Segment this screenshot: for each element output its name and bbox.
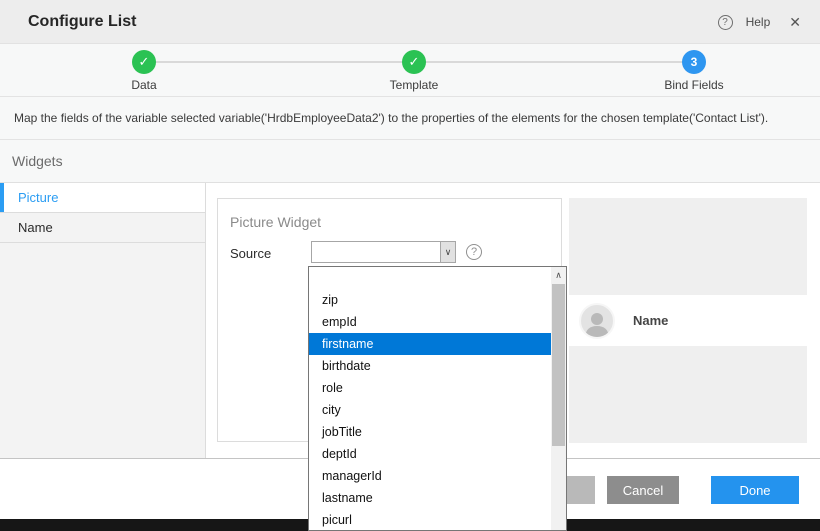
step-complete-icon: ✓ <box>402 50 426 74</box>
dropdown-option-birthdate[interactable]: birthdate <box>309 355 551 377</box>
active-indicator-bar <box>0 183 4 212</box>
step-number-icon: 3 <box>682 50 706 74</box>
dropdown-options: zip empId firstname birthdate role city … <box>309 267 551 530</box>
step-label: Data <box>84 78 204 92</box>
dropdown-option-empid[interactable]: empId <box>309 311 551 333</box>
help-button[interactable]: Help <box>746 15 771 29</box>
done-button[interactable]: Done <box>711 476 799 504</box>
sidebar-item-picture[interactable]: Picture <box>0 183 205 213</box>
step-complete-icon: ✓ <box>132 50 156 74</box>
dropdown-option-lastname[interactable]: lastname <box>309 487 551 509</box>
sidebar-item-label: Name <box>18 220 53 235</box>
dropdown-option-jobtitle[interactable]: jobTitle <box>309 421 551 443</box>
source-help-icon[interactable]: ? <box>466 244 482 260</box>
header-actions: ? Help ✕ <box>718 0 801 44</box>
source-dropdown-list: zip empId firstname birthdate role city … <box>308 266 567 531</box>
step-label: Template <box>354 78 474 92</box>
cancel-button[interactable]: Cancel <box>607 476 679 504</box>
dropdown-option-blank[interactable] <box>309 267 551 289</box>
step-data[interactable]: ✓ Data <box>84 50 204 92</box>
widgets-heading: Widgets <box>12 153 63 169</box>
preview-name-label: Name <box>633 313 668 328</box>
description-text: Map the fields of the variable selected … <box>14 111 768 125</box>
help-icon[interactable]: ? <box>718 15 733 30</box>
close-icon[interactable]: ✕ <box>789 14 801 31</box>
dropdown-option-city[interactable]: city <box>309 399 551 421</box>
dialog-title: Configure List <box>28 13 136 31</box>
sidebar-item-label: Picture <box>18 190 58 205</box>
chevron-down-icon[interactable]: ∨ <box>440 242 455 262</box>
scrollbar-thumb[interactable] <box>552 284 565 446</box>
panel-title: Picture Widget <box>230 214 321 230</box>
scroll-up-icon[interactable]: ∧ <box>551 267 566 284</box>
wizard-stepper: ✓ Data ✓ Template 3 Bind Fields <box>0 44 820 97</box>
sidebar-item-name[interactable]: Name <box>0 213 205 243</box>
dropdown-scrollbar[interactable]: ∧ <box>551 267 566 530</box>
dropdown-option-managerid[interactable]: managerId <box>309 465 551 487</box>
source-select[interactable]: ∨ <box>311 241 456 263</box>
source-label: Source <box>230 246 271 261</box>
person-icon <box>582 309 612 337</box>
description-bar: Map the fields of the variable selected … <box>0 97 820 140</box>
dialog-header: Configure List ? Help ✕ <box>0 0 820 44</box>
dropdown-option-zip[interactable]: zip <box>309 289 551 311</box>
step-bind-fields[interactable]: 3 Bind Fields <box>634 50 754 92</box>
avatar <box>579 303 615 339</box>
step-label: Bind Fields <box>634 78 754 92</box>
preview-contact-row: Name <box>569 295 807 346</box>
dropdown-option-deptid[interactable]: deptId <box>309 443 551 465</box>
widgets-sidebar: Picture Name <box>0 183 206 458</box>
step-template[interactable]: ✓ Template <box>354 50 474 92</box>
widgets-heading-bar: Widgets <box>0 140 820 183</box>
dropdown-option-role[interactable]: role <box>309 377 551 399</box>
dropdown-option-picurl[interactable]: picurl <box>309 509 551 530</box>
template-preview: Name <box>569 198 807 443</box>
dropdown-option-firstname[interactable]: firstname <box>309 333 551 355</box>
